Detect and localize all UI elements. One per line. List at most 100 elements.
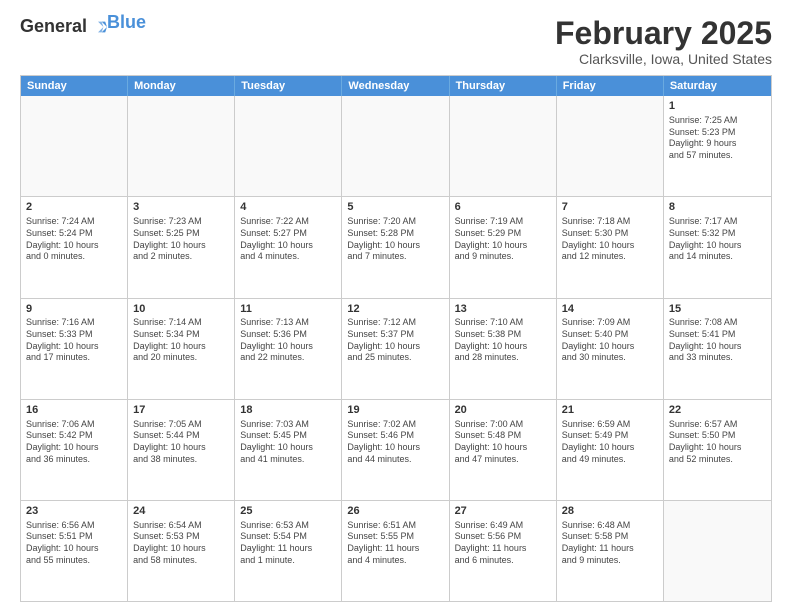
calendar-row-1: 2Sunrise: 7:24 AM Sunset: 5:24 PM Daylig… [21, 196, 771, 297]
logo: General Blue [20, 16, 146, 37]
day-info: Sunrise: 7:05 AM Sunset: 5:44 PM Dayligh… [133, 419, 229, 466]
page: General Blue February 2025 Clarksville, … [0, 0, 792, 612]
day-number: 23 [26, 504, 122, 519]
main-title: February 2025 [555, 16, 772, 51]
header-day-friday: Friday [557, 76, 664, 96]
day-info: Sunrise: 6:51 AM Sunset: 5:55 PM Dayligh… [347, 520, 443, 567]
day-info: Sunrise: 7:25 AM Sunset: 5:23 PM Dayligh… [669, 115, 766, 162]
day-cell-11: 11Sunrise: 7:13 AM Sunset: 5:36 PM Dayli… [235, 299, 342, 399]
day-info: Sunrise: 7:06 AM Sunset: 5:42 PM Dayligh… [26, 419, 122, 466]
day-number: 1 [669, 99, 766, 114]
header-day-saturday: Saturday [664, 76, 771, 96]
day-cell-24: 24Sunrise: 6:54 AM Sunset: 5:53 PM Dayli… [128, 501, 235, 601]
day-cell-26: 26Sunrise: 6:51 AM Sunset: 5:55 PM Dayli… [342, 501, 449, 601]
day-info: Sunrise: 6:59 AM Sunset: 5:49 PM Dayligh… [562, 419, 658, 466]
day-cell-25: 25Sunrise: 6:53 AM Sunset: 5:54 PM Dayli… [235, 501, 342, 601]
calendar-row-0: 1Sunrise: 7:25 AM Sunset: 5:23 PM Daylig… [21, 96, 771, 196]
day-cell-22: 22Sunrise: 6:57 AM Sunset: 5:50 PM Dayli… [664, 400, 771, 500]
day-info: Sunrise: 7:02 AM Sunset: 5:46 PM Dayligh… [347, 419, 443, 466]
header-day-wednesday: Wednesday [342, 76, 449, 96]
logo-blue: Blue [107, 12, 146, 33]
calendar-body: 1Sunrise: 7:25 AM Sunset: 5:23 PM Daylig… [21, 96, 771, 601]
day-info: Sunrise: 7:03 AM Sunset: 5:45 PM Dayligh… [240, 419, 336, 466]
day-info: Sunrise: 7:16 AM Sunset: 5:33 PM Dayligh… [26, 317, 122, 364]
day-info: Sunrise: 6:57 AM Sunset: 5:50 PM Dayligh… [669, 419, 766, 466]
day-info: Sunrise: 6:56 AM Sunset: 5:51 PM Dayligh… [26, 520, 122, 567]
day-cell-10: 10Sunrise: 7:14 AM Sunset: 5:34 PM Dayli… [128, 299, 235, 399]
day-number: 21 [562, 403, 658, 418]
calendar-header: SundayMondayTuesdayWednesdayThursdayFrid… [21, 76, 771, 96]
title-area: February 2025 Clarksville, Iowa, United … [555, 16, 772, 67]
day-number: 13 [455, 302, 551, 317]
day-cell-23: 23Sunrise: 6:56 AM Sunset: 5:51 PM Dayli… [21, 501, 128, 601]
day-number: 11 [240, 302, 336, 317]
calendar-row-3: 16Sunrise: 7:06 AM Sunset: 5:42 PM Dayli… [21, 399, 771, 500]
day-number: 16 [26, 403, 122, 418]
day-cell-2: 2Sunrise: 7:24 AM Sunset: 5:24 PM Daylig… [21, 197, 128, 297]
day-cell-16: 16Sunrise: 7:06 AM Sunset: 5:42 PM Dayli… [21, 400, 128, 500]
day-number: 20 [455, 403, 551, 418]
day-cell-3: 3Sunrise: 7:23 AM Sunset: 5:25 PM Daylig… [128, 197, 235, 297]
day-info: Sunrise: 7:08 AM Sunset: 5:41 PM Dayligh… [669, 317, 766, 364]
header-day-sunday: Sunday [21, 76, 128, 96]
day-cell-27: 27Sunrise: 6:49 AM Sunset: 5:56 PM Dayli… [450, 501, 557, 601]
day-info: Sunrise: 7:14 AM Sunset: 5:34 PM Dayligh… [133, 317, 229, 364]
day-number: 25 [240, 504, 336, 519]
day-number: 9 [26, 302, 122, 317]
day-number: 28 [562, 504, 658, 519]
empty-cell-0-2 [235, 96, 342, 196]
day-info: Sunrise: 7:22 AM Sunset: 5:27 PM Dayligh… [240, 216, 336, 263]
day-number: 17 [133, 403, 229, 418]
day-info: Sunrise: 7:19 AM Sunset: 5:29 PM Dayligh… [455, 216, 551, 263]
empty-cell-0-1 [128, 96, 235, 196]
day-cell-1: 1Sunrise: 7:25 AM Sunset: 5:23 PM Daylig… [664, 96, 771, 196]
day-info: Sunrise: 6:49 AM Sunset: 5:56 PM Dayligh… [455, 520, 551, 567]
empty-cell-0-4 [450, 96, 557, 196]
day-cell-18: 18Sunrise: 7:03 AM Sunset: 5:45 PM Dayli… [235, 400, 342, 500]
day-cell-14: 14Sunrise: 7:09 AM Sunset: 5:40 PM Dayli… [557, 299, 664, 399]
day-info: Sunrise: 6:48 AM Sunset: 5:58 PM Dayligh… [562, 520, 658, 567]
empty-cell-0-5 [557, 96, 664, 196]
header-day-tuesday: Tuesday [235, 76, 342, 96]
day-number: 22 [669, 403, 766, 418]
day-cell-7: 7Sunrise: 7:18 AM Sunset: 5:30 PM Daylig… [557, 197, 664, 297]
day-number: 10 [133, 302, 229, 317]
day-cell-20: 20Sunrise: 7:00 AM Sunset: 5:48 PM Dayli… [450, 400, 557, 500]
subtitle: Clarksville, Iowa, United States [555, 51, 772, 67]
day-cell-17: 17Sunrise: 7:05 AM Sunset: 5:44 PM Dayli… [128, 400, 235, 500]
day-cell-6: 6Sunrise: 7:19 AM Sunset: 5:29 PM Daylig… [450, 197, 557, 297]
day-info: Sunrise: 7:10 AM Sunset: 5:38 PM Dayligh… [455, 317, 551, 364]
header: General Blue February 2025 Clarksville, … [20, 16, 772, 67]
calendar-row-4: 23Sunrise: 6:56 AM Sunset: 5:51 PM Dayli… [21, 500, 771, 601]
day-number: 8 [669, 200, 766, 215]
day-number: 5 [347, 200, 443, 215]
day-number: 2 [26, 200, 122, 215]
day-number: 12 [347, 302, 443, 317]
day-cell-15: 15Sunrise: 7:08 AM Sunset: 5:41 PM Dayli… [664, 299, 771, 399]
day-cell-13: 13Sunrise: 7:10 AM Sunset: 5:38 PM Dayli… [450, 299, 557, 399]
day-cell-21: 21Sunrise: 6:59 AM Sunset: 5:49 PM Dayli… [557, 400, 664, 500]
calendar: SundayMondayTuesdayWednesdayThursdayFrid… [20, 75, 772, 602]
day-info: Sunrise: 7:13 AM Sunset: 5:36 PM Dayligh… [240, 317, 336, 364]
day-number: 3 [133, 200, 229, 215]
day-number: 27 [455, 504, 551, 519]
day-cell-28: 28Sunrise: 6:48 AM Sunset: 5:58 PM Dayli… [557, 501, 664, 601]
header-day-thursday: Thursday [450, 76, 557, 96]
day-info: Sunrise: 7:18 AM Sunset: 5:30 PM Dayligh… [562, 216, 658, 263]
day-info: Sunrise: 7:09 AM Sunset: 5:40 PM Dayligh… [562, 317, 658, 364]
empty-cell-0-0 [21, 96, 128, 196]
day-number: 4 [240, 200, 336, 215]
day-cell-8: 8Sunrise: 7:17 AM Sunset: 5:32 PM Daylig… [664, 197, 771, 297]
header-day-monday: Monday [128, 76, 235, 96]
day-info: Sunrise: 6:54 AM Sunset: 5:53 PM Dayligh… [133, 520, 229, 567]
day-cell-9: 9Sunrise: 7:16 AM Sunset: 5:33 PM Daylig… [21, 299, 128, 399]
day-info: Sunrise: 7:20 AM Sunset: 5:28 PM Dayligh… [347, 216, 443, 263]
day-cell-12: 12Sunrise: 7:12 AM Sunset: 5:37 PM Dayli… [342, 299, 449, 399]
day-cell-19: 19Sunrise: 7:02 AM Sunset: 5:46 PM Dayli… [342, 400, 449, 500]
day-number: 26 [347, 504, 443, 519]
day-info: Sunrise: 7:24 AM Sunset: 5:24 PM Dayligh… [26, 216, 122, 263]
day-info: Sunrise: 6:53 AM Sunset: 5:54 PM Dayligh… [240, 520, 336, 567]
day-number: 24 [133, 504, 229, 519]
day-info: Sunrise: 7:17 AM Sunset: 5:32 PM Dayligh… [669, 216, 766, 263]
day-cell-5: 5Sunrise: 7:20 AM Sunset: 5:28 PM Daylig… [342, 197, 449, 297]
